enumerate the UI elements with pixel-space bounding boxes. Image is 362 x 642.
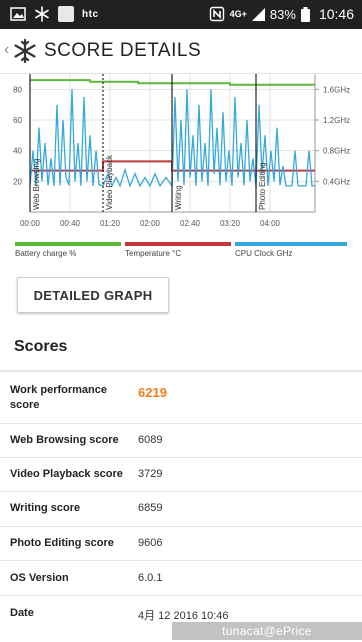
battery-icon xyxy=(300,6,310,22)
score-row-writing: Writing score 6859 xyxy=(0,492,362,527)
score-row-work-performance: Work performance score 6219 xyxy=(0,372,362,424)
section-label: Video Playback xyxy=(105,154,114,210)
score-value: 6219 xyxy=(138,385,167,400)
legend-battery-label: Battery charge % xyxy=(15,249,77,258)
y-right-tick-label: 1.2GHz xyxy=(323,116,350,125)
x-tick-label: 01:20 xyxy=(100,219,121,228)
score-label: OS Version xyxy=(10,572,69,584)
x-tick-label: 02:00 xyxy=(140,219,161,228)
x-tick-label: 00:00 xyxy=(20,219,41,228)
y-right-tick-label: 0.4GHz xyxy=(323,177,350,186)
battery-percent: 83% xyxy=(269,6,296,22)
y-left-tick-label: 80 xyxy=(13,85,22,94)
app-snowflake-logo-icon[interactable] xyxy=(13,39,37,63)
status-bar-right: 4G+ 83% 10:46 xyxy=(209,6,354,22)
legend-temperature-swatch xyxy=(125,242,231,246)
score-value: 4月 12 2016 10:46 xyxy=(138,610,229,622)
performance-chart-svg: 80 60 40 20 1.6GHz 1.2GHz 0.8GHz 0.4GHz 00:00 00:… xyxy=(13,74,350,228)
detailed-graph-button[interactable]: DETAILED GRAPH xyxy=(17,277,169,313)
status-bar: htc 4G+ 83% 10:46 xyxy=(0,0,362,29)
snowflake-notification-icon xyxy=(35,6,49,22)
page-title: SCORE DETAILS xyxy=(44,40,202,61)
clock: 10:46 xyxy=(318,6,354,22)
chart-legend: Battery charge % Temperature °C CPU Cloc… xyxy=(0,242,362,262)
score-label: Date xyxy=(10,607,34,619)
scores-table: Work performance score 6219 Web Browsing… xyxy=(0,372,362,630)
app-bar: ‹ SCORE DETAILS xyxy=(0,29,362,74)
score-label: Web Browsing score xyxy=(10,434,119,446)
legend-cpu-swatch xyxy=(235,242,347,246)
x-tick-label: 02:40 xyxy=(180,219,201,228)
score-label: Video Playback score xyxy=(10,468,123,480)
y-right-tick-label: 0.8GHz xyxy=(323,147,350,156)
carrier-label: htc xyxy=(82,8,99,20)
gallery-notification-icon xyxy=(10,7,26,21)
score-label: Writing score xyxy=(10,502,81,514)
signal-icon xyxy=(251,7,265,21)
nfc-icon xyxy=(209,6,224,22)
watermark: tunacat@ePrice xyxy=(172,622,362,640)
score-label: Work performance score xyxy=(10,384,107,411)
legend-temperature-label: Temperature °C xyxy=(125,249,182,258)
score-value: 6089 xyxy=(138,434,163,446)
legend-battery-swatch xyxy=(15,242,121,246)
status-bar-left: htc xyxy=(10,6,99,22)
x-tick-label: 04:00 xyxy=(260,219,281,228)
legend-cpu: CPU Clock GHz xyxy=(235,242,347,258)
legend-temperature: Temperature °C xyxy=(125,242,231,258)
score-value: 6.0.1 xyxy=(138,572,163,584)
y-right-tick-label: 1.6GHz xyxy=(323,85,350,94)
score-value: 9606 xyxy=(138,537,163,549)
score-label: Photo Editing score xyxy=(10,537,114,549)
score-row-photo-editing: Photo Editing score 9606 xyxy=(0,527,362,561)
score-value: 6859 xyxy=(138,502,163,514)
scores-heading: Scores xyxy=(14,338,68,355)
y-left-tick-label: 60 xyxy=(13,116,22,125)
section-label: Photo Editing xyxy=(258,162,267,210)
score-value: 3729 xyxy=(138,468,163,480)
section-label: Web Browsing xyxy=(32,159,41,210)
back-chevron-icon[interactable]: ‹ xyxy=(4,41,9,59)
section-label: Writing xyxy=(174,185,183,210)
score-row-video-playback: Video Playback score 3729 xyxy=(0,458,362,492)
x-tick-label: 03:20 xyxy=(220,219,241,228)
legend-cpu-label: CPU Clock GHz xyxy=(235,249,293,258)
y-left-tick-label: 20 xyxy=(13,177,22,186)
performance-chart: 80 60 40 20 1.6GHz 1.2GHz 0.8GHz 0.4GHz 00:00 00:… xyxy=(0,74,362,306)
legend-battery: Battery charge % xyxy=(15,242,121,258)
score-row-os-version: OS Version 6.0.1 xyxy=(0,561,362,596)
score-row-web-browsing: Web Browsing score 6089 xyxy=(0,424,362,458)
network-type-label: 4G+ xyxy=(229,9,247,19)
blank-app-notification-icon xyxy=(58,6,74,22)
y-left-tick-label: 40 xyxy=(13,147,22,156)
x-tick-label: 00:40 xyxy=(60,219,81,228)
